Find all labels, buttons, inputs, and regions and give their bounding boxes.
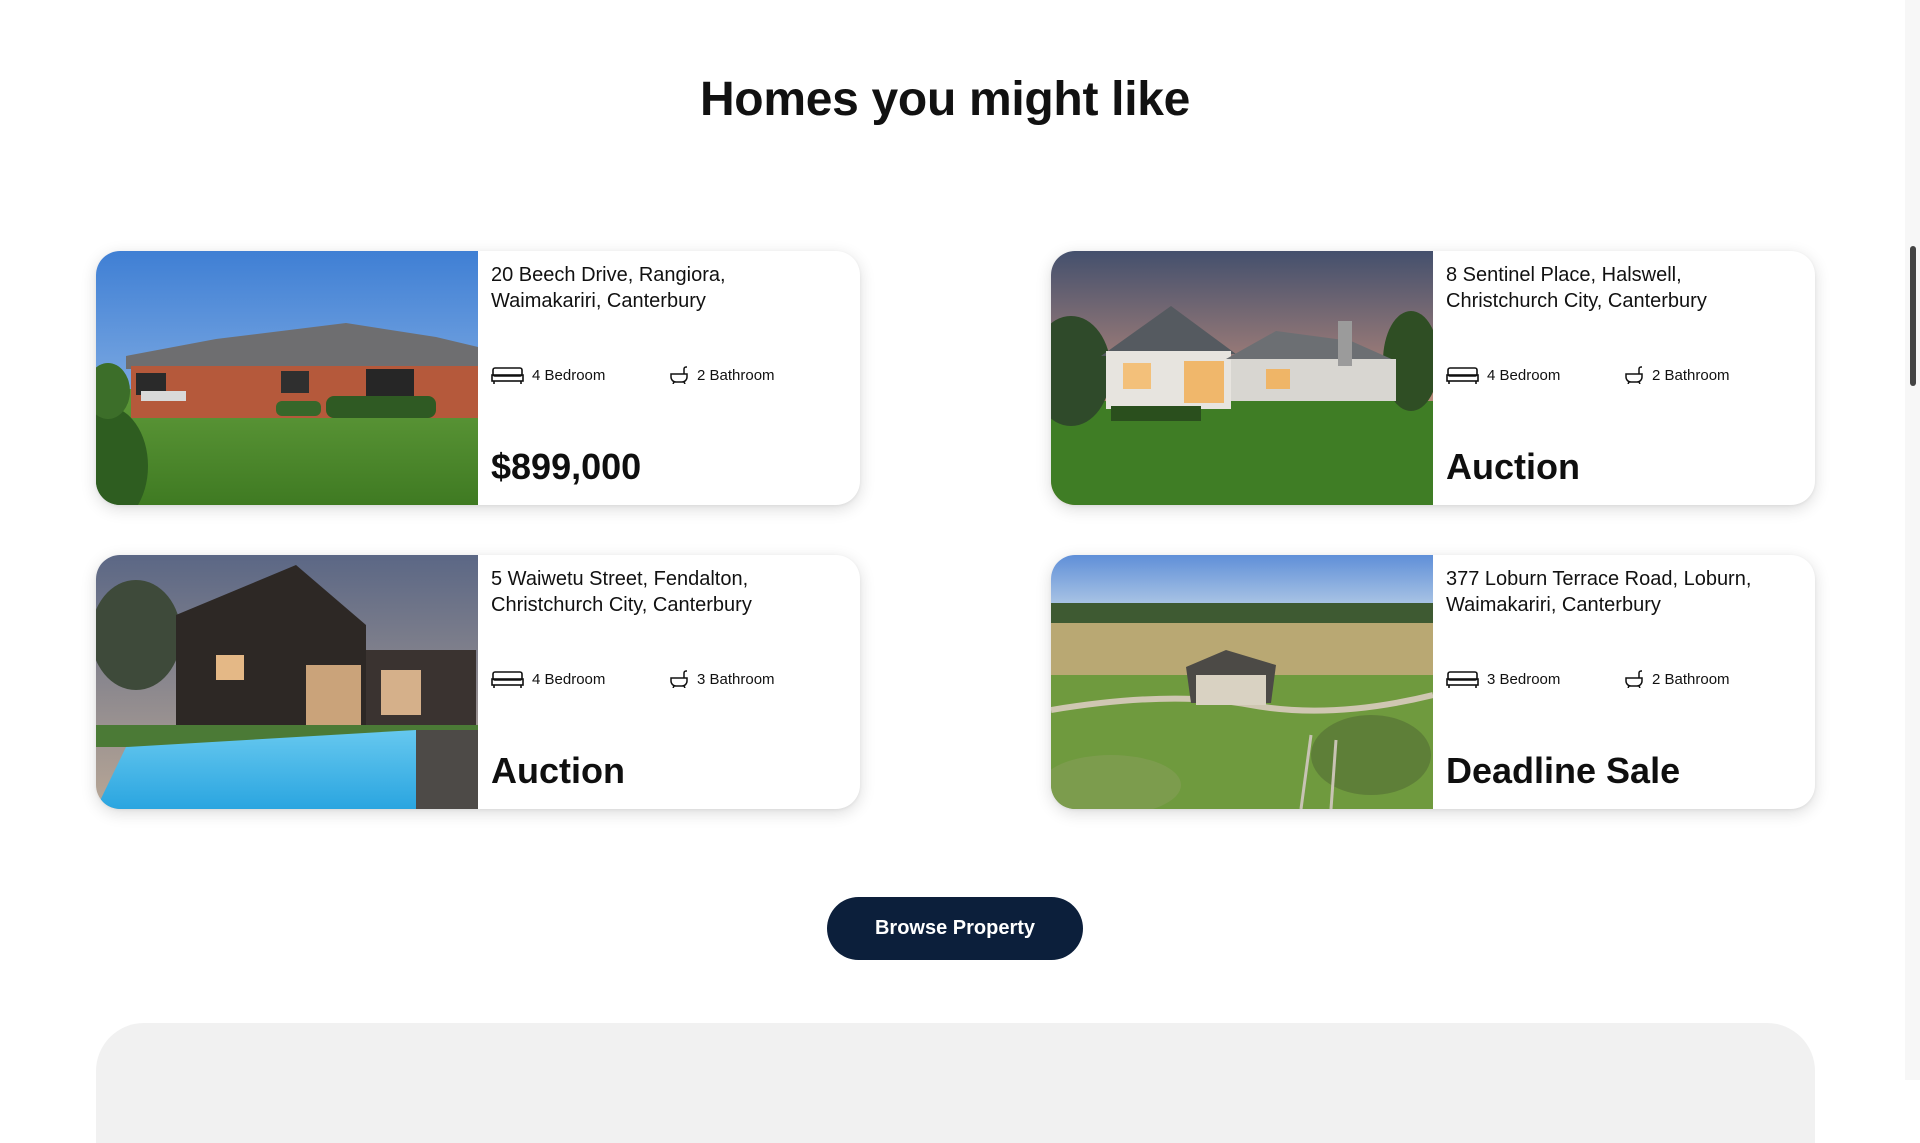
browse-property-button[interactable]: Browse Property [827, 897, 1083, 960]
listing-photo[interactable] [96, 251, 478, 505]
bed-icon [1446, 365, 1479, 385]
page: Homes you might like 20 Beech Drive, Ran… [0, 0, 1905, 1143]
listing-price: Auction [491, 750, 625, 791]
bathroom-count: 2 Bathroom [1624, 667, 1730, 691]
listing-price: Deadline Sale [1446, 750, 1681, 791]
bedroom-count: 4 Bedroom [491, 667, 605, 691]
bathtub-icon [669, 670, 689, 688]
bed-icon [1446, 669, 1479, 689]
listing-photo[interactable] [96, 555, 478, 809]
listing-price: $899,000 [491, 446, 642, 487]
bathtub-icon [669, 366, 689, 384]
listing-address[interactable]: 377 Loburn Terrace Road, Loburn, Waimaka… [1446, 566, 1795, 618]
listing-photo[interactable] [1051, 251, 1433, 505]
bed-icon [491, 365, 524, 385]
bed-icon [491, 669, 524, 689]
listing-card[interactable]: 377 Loburn Terrace Road, Loburn, Waimaka… [1051, 555, 1815, 809]
bedroom-count: 3 Bedroom [1446, 667, 1560, 691]
scrollbar[interactable] [1905, 0, 1920, 1080]
bedroom-count: 4 Bedroom [1446, 363, 1560, 387]
listing-card[interactable]: 5 Waiwetu Street, Fendalton, Christchurc… [96, 555, 860, 809]
listing-address[interactable]: 20 Beech Drive, Rangiora, Waimakariri, C… [491, 262, 840, 314]
bathtub-icon [1624, 670, 1644, 688]
listing-card[interactable]: 20 Beech Drive, Rangiora, Waimakariri, C… [96, 251, 860, 505]
bedroom-count: 4 Bedroom [491, 363, 605, 387]
listing-photo[interactable] [1051, 555, 1433, 809]
listing-address[interactable]: 8 Sentinel Place, Halswell, Christchurch… [1446, 262, 1795, 314]
bathtub-icon [1624, 366, 1644, 384]
listing-card[interactable]: 8 Sentinel Place, Halswell, Christchurch… [1051, 251, 1815, 505]
bathroom-count: 2 Bathroom [1624, 363, 1730, 387]
listing-address[interactable]: 5 Waiwetu Street, Fendalton, Christchurc… [491, 566, 840, 618]
bathroom-count: 2 Bathroom [669, 363, 775, 387]
listing-price: Auction [1446, 446, 1580, 487]
footer-panel [96, 1023, 1815, 1143]
scrollbar-thumb[interactable] [1910, 246, 1916, 386]
bathroom-count: 3 Bathroom [669, 667, 775, 691]
section-title: Homes you might like [699, 73, 1191, 126]
